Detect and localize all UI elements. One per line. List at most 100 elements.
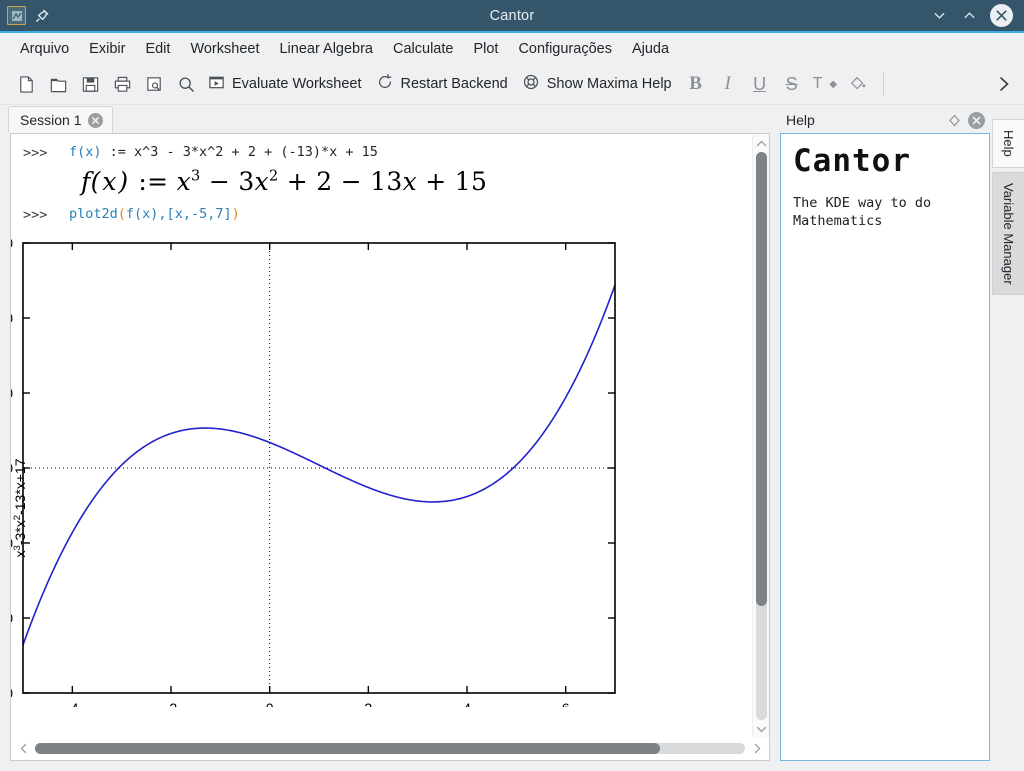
menu-edit[interactable]: Edit [135,37,180,61]
tab-close-icon[interactable] [88,113,103,128]
menu-plot[interactable]: Plot [463,37,508,61]
help-content-title: Cantor [793,144,977,180]
show-maxima-help-button[interactable]: Show Maxima Help [516,68,680,100]
menu-configuracoes[interactable]: Configurações [508,37,622,61]
y-tick-label: 150 [11,237,13,251]
x-tick-label: 6 [562,700,570,707]
save-floppy-icon[interactable] [74,68,106,100]
entry-code-close-paren: ) [232,206,240,222]
session-tab-strip: Session 1 [0,105,780,133]
menu-worksheet[interactable]: Worksheet [180,37,269,61]
text-color-label: T [813,75,823,93]
result-f: f [81,167,91,196]
window-controls [930,4,1024,27]
dock-tab-bar: Help Variable Manager [992,105,1024,771]
worksheet-entry: >>> plot2d(f(x),[x,-5,7]) [11,204,752,223]
entry-prompt: >>> [23,144,69,161]
tab-session-1[interactable]: Session 1 [8,106,113,133]
worksheet-vertical-scrollbar[interactable] [752,134,769,738]
result-op1: − [201,167,239,196]
cantor-window: Cantor Arquivo Exibir Edit Worksheet Lin… [0,0,1024,771]
menu-ajuda[interactable]: Ajuda [622,37,679,61]
menu-arquivo[interactable]: Arquivo [10,37,79,61]
title-bar: Cantor [0,0,1024,33]
x-tick-label: -2 [165,700,178,707]
print-preview-icon[interactable] [138,68,170,100]
result-t4-var: x [403,167,417,196]
menu-linear-algebra[interactable]: Linear Algebra [269,37,383,61]
open-folder-icon[interactable] [42,68,74,100]
toolbar-overflow-button[interactable] [990,68,1018,100]
menu-exibir[interactable]: Exibir [79,37,135,61]
dock-tab-help[interactable]: Help [992,119,1024,168]
paint-bucket-icon[interactable] [842,68,874,100]
new-document-icon[interactable] [10,68,42,100]
y-tick-label: -150 [11,685,13,701]
x-tick-label: -4 [66,700,79,707]
entry-code-fn: plot2d [69,206,118,222]
bold-button[interactable]: B [680,68,712,100]
minimize-button[interactable] [930,6,949,25]
restart-circular-arrow-icon [376,73,394,95]
horizontal-scroll-track[interactable] [35,743,745,754]
strikethrough-button[interactable]: S [776,68,808,100]
plot-output: 150100500-50-100-150-4-20246x3-3*x2-13*x… [11,237,752,707]
x-tick-label: 4 [463,700,471,707]
result-t3: 2 [316,167,332,196]
vertical-scroll-thumb[interactable] [756,152,767,606]
result-t5: 15 [455,167,487,196]
help-dock-header: Help [780,107,992,133]
dock-tab-variable-manager-label: Variable Manager [1001,183,1016,285]
float-diamond-icon[interactable] [945,111,963,129]
plot-svg: 150100500-50-100-150-4-20246x3-3*x2-13*x… [11,237,751,707]
worksheet-content[interactable]: >>> f(x) := x^3 - 3*x^2 + 2 + (-13)*x + … [11,134,752,738]
close-button[interactable] [990,4,1013,27]
y-tick-label: 100 [11,310,13,326]
pin-icon[interactable] [32,6,52,26]
maximize-button[interactable] [960,6,979,25]
scroll-left-arrow-icon[interactable] [15,743,31,754]
show-maxima-help-label: Show Maxima Help [547,76,672,92]
y-axis-label: x3-3*x2-13*x+17 [12,458,29,557]
entry-code[interactable]: plot2d(f(x),[x,-5,7]) [69,206,240,222]
worksheet-view: >>> f(x) := x^3 - 3*x^2 + 2 + (-13)*x + … [10,133,770,761]
result-t2-base: x [255,167,269,196]
horizontal-scroll-thumb[interactable] [35,743,660,754]
help-dock-panel: Help Cantor The KDE way to do Mathematic… [780,105,992,771]
menu-calculate[interactable]: Calculate [383,37,463,61]
vertical-scroll-track[interactable] [756,152,767,720]
x-tick-label: 0 [266,700,274,707]
result-t2-coef: 3 [238,167,254,196]
entry-code-open-paren: ( [118,206,126,222]
entry-code-fn: f(x) [69,144,102,160]
print-icon[interactable] [106,68,138,100]
result-op3: − [332,167,370,196]
result-t1-exp: 3 [191,169,201,185]
toolbar-divider [883,72,884,96]
restart-backend-label: Restart Backend [401,76,508,92]
play-in-box-icon [208,74,225,95]
evaluate-worksheet-button[interactable]: Evaluate Worksheet [202,68,370,100]
restart-backend-button[interactable]: Restart Backend [370,68,516,100]
toolbar: Evaluate Worksheet Restart Backend Show … [0,64,1024,105]
window-title: Cantor [0,8,1024,24]
worksheet-horizontal-scrollbar[interactable] [11,738,769,760]
cantor-app-icon[interactable] [7,6,26,25]
italic-button[interactable]: I [712,68,744,100]
result-arg: (x) [91,167,131,196]
scroll-right-arrow-icon[interactable] [749,743,765,754]
x-tick-label: 2 [364,700,372,707]
text-color-button[interactable]: T◆ [808,68,842,100]
y-tick-label: -100 [11,610,13,626]
help-dock-close-icon[interactable] [968,112,985,129]
help-content-body: The KDE way to do Mathematics [793,194,977,230]
help-content-view[interactable]: Cantor The KDE way to do Mathematics [780,133,990,761]
title-bar-left [0,6,52,26]
scroll-up-arrow-icon[interactable] [756,136,767,150]
dock-tab-variable-manager[interactable]: Variable Manager [992,172,1024,296]
search-icon[interactable] [170,68,202,100]
entry-code[interactable]: f(x) := x^3 - 3*x^2 + 2 + (-13)*x + 15 [69,144,378,160]
underline-button[interactable]: U [744,68,776,100]
scroll-down-arrow-icon[interactable] [756,722,767,736]
menu-bar: Arquivo Exibir Edit Worksheet Linear Alg… [0,33,1024,64]
